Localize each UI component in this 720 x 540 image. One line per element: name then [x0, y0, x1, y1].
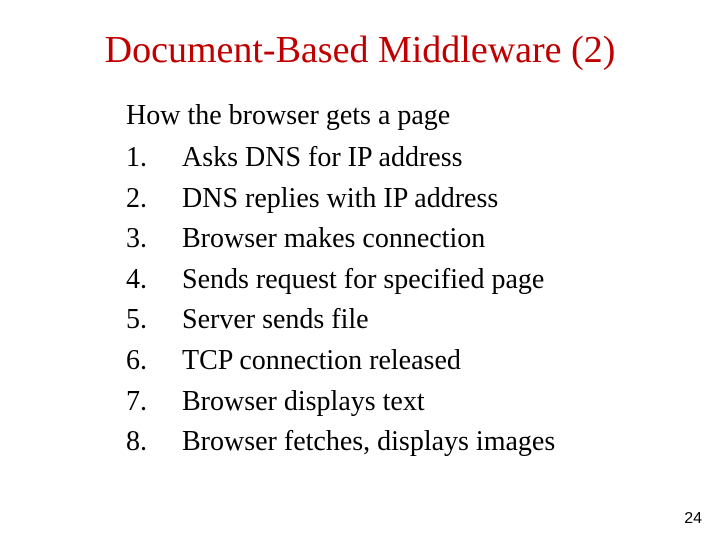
list-item: 2. DNS replies with IP address: [126, 179, 680, 220]
step-number: 2.: [126, 179, 182, 220]
step-number: 3.: [126, 219, 182, 260]
step-number: 6.: [126, 341, 182, 382]
step-number: 4.: [126, 260, 182, 301]
step-text: Server sends file: [182, 300, 680, 341]
list-item: 7. Browser displays text: [126, 382, 680, 423]
step-text: TCP connection released: [182, 341, 680, 382]
slide-container: Document-Based Middleware (2) How the br…: [0, 0, 720, 540]
step-number: 5.: [126, 300, 182, 341]
slide-content: How the browser gets a page 1. Asks DNS …: [126, 100, 680, 463]
list-item: 1. Asks DNS for IP address: [126, 138, 680, 179]
list-item: 8. Browser fetches, displays images: [126, 422, 680, 463]
intro-text: How the browser gets a page: [126, 100, 680, 132]
step-number: 8.: [126, 422, 182, 463]
list-item: 3. Browser makes connection: [126, 219, 680, 260]
list-item: 5. Server sends file: [126, 300, 680, 341]
step-text: Browser fetches, displays images: [182, 422, 680, 463]
list-item: 4. Sends request for specified page: [126, 260, 680, 301]
list-item: 6. TCP connection released: [126, 341, 680, 382]
step-number: 1.: [126, 138, 182, 179]
step-text: Asks DNS for IP address: [182, 138, 680, 179]
step-text: Sends request for specified page: [182, 260, 680, 301]
step-number: 7.: [126, 382, 182, 423]
steps-list: 1. Asks DNS for IP address 2. DNS replie…: [126, 138, 680, 463]
slide-title: Document-Based Middleware (2): [40, 28, 680, 72]
step-text: Browser makes connection: [182, 219, 680, 260]
page-number: 24: [684, 510, 702, 528]
step-text: DNS replies with IP address: [182, 179, 680, 220]
step-text: Browser displays text: [182, 382, 680, 423]
